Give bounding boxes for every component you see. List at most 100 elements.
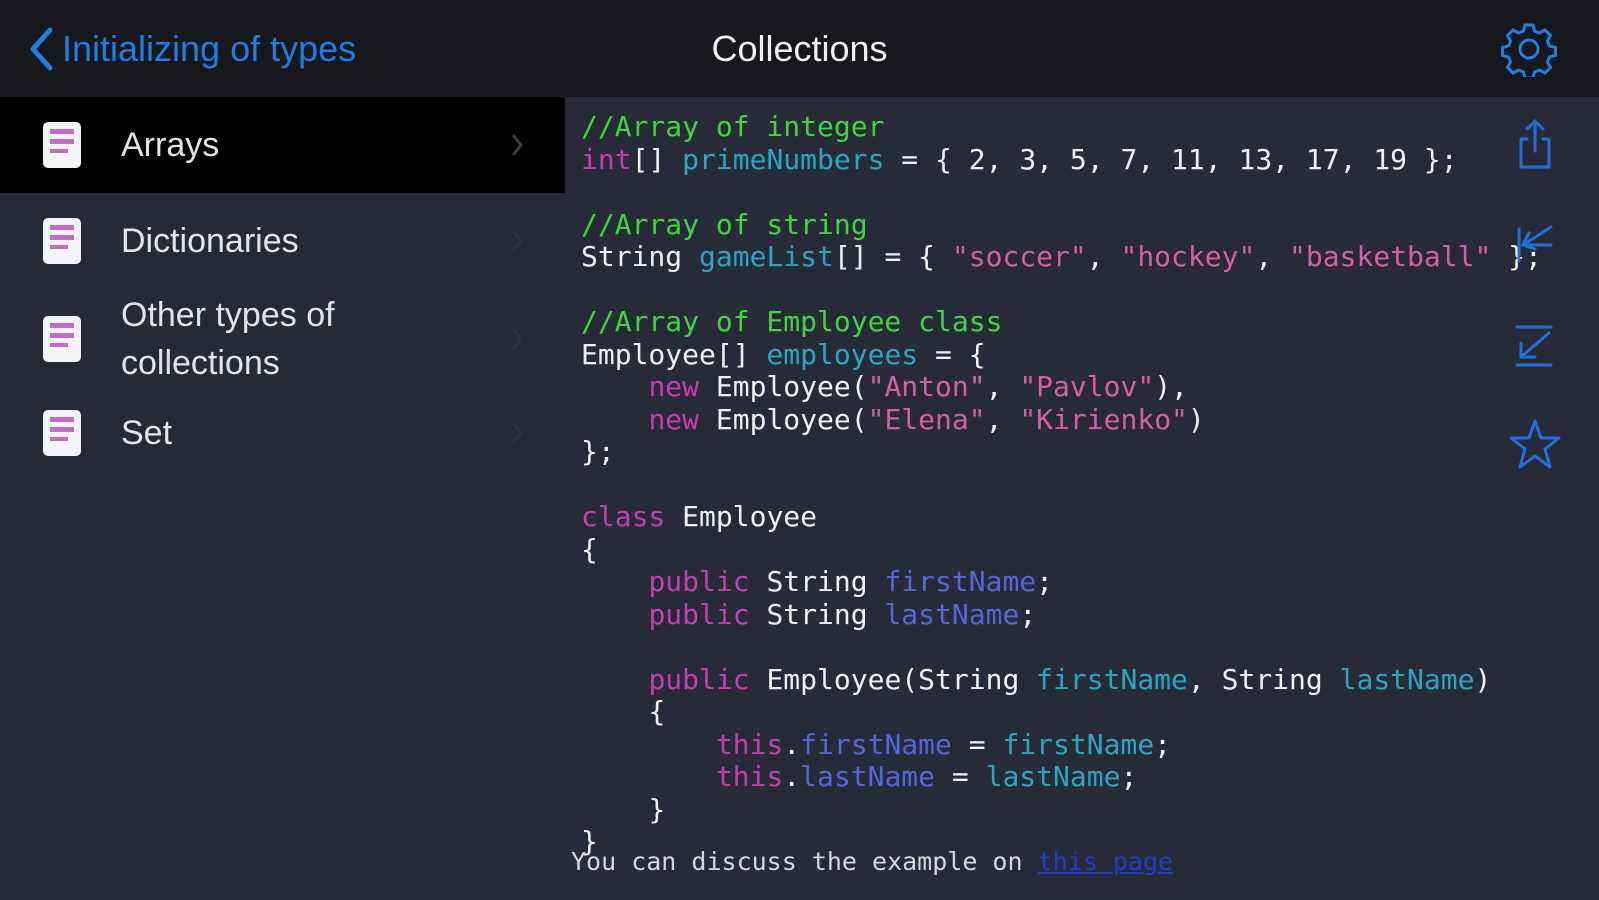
code-variable: gameList xyxy=(699,240,834,273)
code-field: firstName xyxy=(800,727,952,761)
last-page-icon[interactable] xyxy=(1505,315,1565,375)
code-text: String xyxy=(749,565,885,598)
code-text: ), xyxy=(1154,370,1188,403)
code-text: Employee( xyxy=(699,402,868,436)
code-text: }; xyxy=(581,435,615,468)
sidebar-item-label: Dictionaries xyxy=(121,222,299,260)
code-text: Employee(String xyxy=(749,662,1037,696)
code-string: "Kirienko" xyxy=(1019,402,1188,436)
code-text: = xyxy=(951,727,1003,761)
code-keyword: public xyxy=(648,565,750,598)
code-variable: lastName xyxy=(1339,662,1475,696)
sidebar-item-set[interactable]: Set xyxy=(0,389,565,481)
code-document-icon xyxy=(43,316,81,362)
sidebar-item-label: Set xyxy=(121,414,173,452)
code-string: "basketball" xyxy=(1289,240,1492,273)
code-keyword: this xyxy=(715,727,784,761)
sidebar-item-dictionaries[interactable]: Dictionaries xyxy=(0,193,565,289)
code-keyword: public xyxy=(648,662,750,696)
code-text: . xyxy=(783,727,801,761)
code-text: String xyxy=(749,597,885,631)
code-text: ; xyxy=(1120,760,1138,793)
code-text: , xyxy=(985,402,1020,436)
footer-text: You can discuss the example on xyxy=(571,847,1038,876)
code-variable: employees xyxy=(766,337,919,371)
side-action-bar xyxy=(1505,97,1575,497)
code-keyword: new xyxy=(648,370,700,403)
code-string: "soccer" xyxy=(951,240,1087,273)
code-keyword: class xyxy=(581,500,666,533)
code-text: String xyxy=(581,240,700,273)
first-page-icon[interactable] xyxy=(1505,215,1565,275)
code-viewer[interactable]: //Array of integer int[] primeNumbers = … xyxy=(565,97,1599,900)
code-document-icon xyxy=(43,218,81,264)
code-text: , xyxy=(1086,240,1121,273)
code-text: { xyxy=(581,532,598,566)
code-comment: //Array of Employee class xyxy=(581,305,1003,338)
code-keyword: public xyxy=(648,597,750,631)
code-keyword: this xyxy=(715,760,784,793)
code-variable: lastName xyxy=(985,760,1121,793)
code-text: ; xyxy=(1154,727,1172,761)
code-text: , xyxy=(1255,240,1290,273)
chevron-right-icon xyxy=(511,328,523,350)
code-text: ) xyxy=(1187,402,1205,436)
code-text: ; xyxy=(1036,565,1054,598)
chevron-right-icon xyxy=(511,422,523,444)
code-document-icon xyxy=(43,410,81,456)
sidebar-item-label: Other types of collections xyxy=(121,296,335,382)
code-text: = xyxy=(935,760,986,793)
sidebar-item-label: Arrays xyxy=(121,126,220,164)
code-text: , xyxy=(985,370,1020,403)
code-string: "Pavlov" xyxy=(1019,370,1155,403)
discussion-link[interactable]: this page xyxy=(1038,847,1173,876)
code-field: lastName xyxy=(884,597,1020,631)
sidebar-item-arrays[interactable]: Arrays xyxy=(0,97,565,193)
code-text: ) xyxy=(1474,662,1492,696)
code-comment: //Array of string xyxy=(581,207,868,241)
gear-icon[interactable] xyxy=(1501,21,1557,77)
code-text: } xyxy=(648,792,666,826)
code-text: = { 2, 3, 5, 7, 11, 13, 17, 19 }; xyxy=(884,142,1458,176)
code-string: "Elena" xyxy=(867,402,986,436)
page-title: Collections xyxy=(711,28,888,69)
code-text: , String xyxy=(1187,662,1340,696)
code-string: "Anton" xyxy=(867,370,986,403)
code-variable: firstName xyxy=(1002,727,1155,761)
code-keyword: new xyxy=(648,402,700,436)
code-block: //Array of integer int[] primeNumbers = … xyxy=(581,110,1542,859)
code-text: = { xyxy=(918,337,986,371)
code-text: Employee[] xyxy=(581,337,767,371)
code-variable: firstName xyxy=(1036,662,1188,696)
chevron-right-icon xyxy=(511,134,523,156)
sidebar-item-other-collections[interactable]: Other types of collections xyxy=(0,289,565,389)
code-comment: //Array of integer xyxy=(581,110,885,143)
code-text: [] = { xyxy=(833,240,952,273)
code-document-icon xyxy=(43,122,81,168)
code-field: firstName xyxy=(884,565,1037,598)
code-field: lastName xyxy=(800,760,936,793)
code-text: ; xyxy=(1019,597,1037,631)
share-icon[interactable] xyxy=(1505,115,1565,175)
code-text: { xyxy=(648,695,666,728)
code-text: [] xyxy=(631,142,683,176)
code-string: "hockey" xyxy=(1120,240,1256,273)
discussion-footer: You can discuss the example on this page xyxy=(571,847,1173,876)
code-variable: primeNumbers xyxy=(682,142,885,176)
code-keyword: int xyxy=(581,142,632,176)
code-text: . xyxy=(783,760,801,793)
chevron-right-icon xyxy=(511,230,523,252)
code-text: Employee xyxy=(665,500,818,533)
sidebar: Arrays Dictionaries Other types of colle… xyxy=(0,97,565,900)
star-icon[interactable] xyxy=(1505,415,1565,475)
navigation-bar: Initializing of types Collections xyxy=(0,0,1599,97)
